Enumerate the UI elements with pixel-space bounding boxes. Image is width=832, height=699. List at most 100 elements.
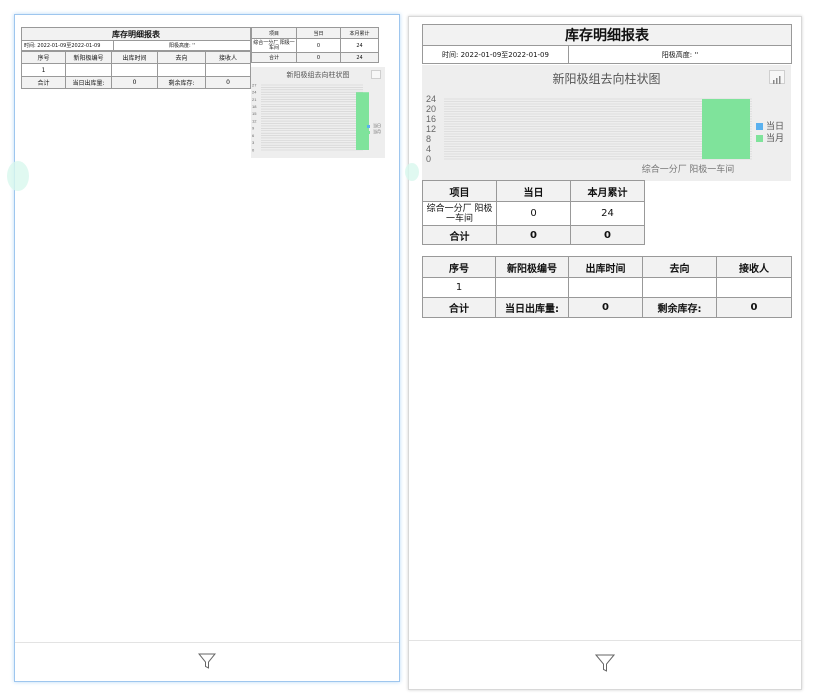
time-label: 时间: 2022-01-09至2022-01-09 xyxy=(21,40,114,51)
col-header-anode-id: 新阳极编号 xyxy=(495,256,569,278)
anode-height-label: 阳极高度: '' xyxy=(113,40,251,51)
summary-cell-today: 0 xyxy=(296,38,341,53)
detail-table: 序号 新阳极编号 出库时间 去向 接收人 1 合计 当日出库量: 0 剩余库存:… xyxy=(422,256,792,318)
legend-swatch xyxy=(756,123,763,130)
cell-out-time xyxy=(111,63,158,77)
col-header-receiver: 接收人 xyxy=(716,256,792,278)
cell-anode-id xyxy=(65,63,112,77)
y-tick-label: 9 xyxy=(252,126,255,131)
cell-index: 1 xyxy=(21,63,66,77)
table-row[interactable]: 1 xyxy=(422,277,792,298)
summary-header-month: 本月累计 xyxy=(340,27,379,39)
bar-chart: 新阳极组去向柱状图 0 4 8 12 16 20 24 综合一分厂 阳极一车间 当日 当月 xyxy=(422,65,791,181)
legend-label: 当日 xyxy=(373,122,381,128)
col-header-out-time: 出库时间 xyxy=(568,256,643,278)
today-out-label: 当日出库量: xyxy=(495,297,569,318)
y-tick-label: 0 xyxy=(252,147,255,152)
y-tick-label: 18 xyxy=(252,104,257,109)
chart-canvas: 0 3 6 9 12 15 18 21 24 27 当日当月 xyxy=(252,82,381,152)
summary-total-month: 0 xyxy=(570,225,645,245)
y-tick-label: 6 xyxy=(252,133,255,138)
side-handle[interactable] xyxy=(405,163,419,181)
filter-icon[interactable] xyxy=(594,653,616,677)
cell-anode-id xyxy=(495,277,569,298)
y-tick-label: 24 xyxy=(252,90,257,95)
today-out-label: 当日出库量: xyxy=(65,76,112,89)
filter-icon[interactable] xyxy=(197,652,217,674)
y-tick-label: 3 xyxy=(252,140,255,145)
table-row[interactable]: 综合一分厂 阳极一车间 0 24 xyxy=(251,38,379,53)
y-tick-label: 20 xyxy=(426,104,436,114)
today-out-value: 0 xyxy=(111,76,158,89)
col-header-index: 序号 xyxy=(422,256,496,278)
remaining-label: 剩余库存: xyxy=(642,297,717,318)
report-header-table: 库存明细报表 时间: 2022-01-09至2022-01-09 阳极高度: '' xyxy=(21,27,251,51)
summary-total-today: 0 xyxy=(496,225,571,245)
cell-index: 1 xyxy=(422,277,496,298)
bar-month xyxy=(702,99,750,159)
summary-header-item: 项目 xyxy=(251,27,297,39)
summary-header-today: 当日 xyxy=(496,180,571,202)
summary-total-month: 24 xyxy=(340,52,379,63)
legend-swatch xyxy=(367,125,370,128)
x-tick-label: 综合一分厂 阳极一车间 xyxy=(642,163,735,174)
legend-label: 当月 xyxy=(373,128,381,134)
remaining-value: 0 xyxy=(205,76,251,89)
bottom-bar xyxy=(15,642,399,681)
detail-table: 序号 新阳极编号 出库时间 去向 接收人 1 合计 当日出库量: 0 剩余库存:… xyxy=(21,51,251,89)
bar-chart-small: 新阳极组去向柱状图 0 3 6 9 12 15 18 21 24 27 当日 当月 xyxy=(251,67,385,158)
cell-out-time xyxy=(568,277,643,298)
anode-height-label: 阳极高度: '' xyxy=(568,45,792,64)
report-panel-small: 库存明细报表 时间: 2022-01-09至2022-01-09 阳极高度: ''… xyxy=(7,14,400,682)
legend-swatch xyxy=(367,131,370,134)
bar-month xyxy=(356,92,369,150)
summary-total-label: 合计 xyxy=(422,225,497,245)
legend-label: 当月 xyxy=(766,132,784,143)
chart-canvas: 04812162024 综合一分厂 阳极一车间 当日当月 xyxy=(426,94,784,174)
remaining-value: 0 xyxy=(716,297,792,318)
y-tick-label: 0 xyxy=(426,154,431,164)
y-tick-label: 16 xyxy=(426,114,436,124)
summary-total-today: 0 xyxy=(296,52,341,63)
y-tick-label: 15 xyxy=(252,111,257,116)
y-tick-label: 12 xyxy=(252,118,257,123)
report-title: 库存明细报表 xyxy=(21,27,251,41)
y-tick-label: 8 xyxy=(426,134,431,144)
col-header-receiver: 接收人 xyxy=(205,51,251,64)
summary-cell-month: 24 xyxy=(570,201,645,226)
report-panel-large: 库存明细报表 时间: 2022-01-09至2022-01-09 阳极高度: ''… xyxy=(405,16,802,690)
summary-table: 项目 当日 本月累计 综合一分厂 阳极一车间 0 24 合计 0 0 xyxy=(422,180,645,245)
y-tick-label: 4 xyxy=(426,144,431,154)
summary-table: 项目 当日 本月累计 综合一分厂 阳极一车间 0 24 合计 0 24 xyxy=(251,27,379,63)
cell-destination xyxy=(642,277,717,298)
cell-receiver xyxy=(716,277,792,298)
y-tick-label: 21 xyxy=(252,97,257,102)
side-handle[interactable] xyxy=(7,161,29,191)
remaining-label: 剩余库存: xyxy=(157,76,206,89)
summary-cell-today: 0 xyxy=(496,201,571,226)
total-label: 合计 xyxy=(21,76,66,89)
y-tick-label: 27 xyxy=(252,82,257,87)
summary-cell-item: 综合一分厂 阳极一车间 xyxy=(422,201,497,226)
report-header-table: 库存明细报表 时间: 2022-01-09至2022-01-09 阳极高度: '' xyxy=(422,24,792,64)
summary-header-item: 项目 xyxy=(422,180,497,202)
summary-header-today: 当日 xyxy=(296,27,341,39)
report-title: 库存明细报表 xyxy=(422,24,792,46)
y-tick-label: 12 xyxy=(426,124,436,134)
summary-cell-month: 24 xyxy=(340,38,379,53)
summary-header-month: 本月累计 xyxy=(570,180,645,202)
col-header-anode-id: 新阳极编号 xyxy=(65,51,112,64)
legend-label: 当日 xyxy=(766,120,784,131)
col-header-out-time: 出库时间 xyxy=(111,51,158,64)
cell-receiver xyxy=(205,63,251,77)
total-label: 合计 xyxy=(422,297,496,318)
bottom-bar xyxy=(409,640,801,689)
y-tick-label: 24 xyxy=(426,94,436,104)
summary-cell-item: 综合一分厂 阳极一车间 xyxy=(251,38,297,53)
cell-destination xyxy=(157,63,206,77)
table-row[interactable]: 1 xyxy=(21,63,251,77)
legend-swatch xyxy=(756,135,763,142)
col-header-destination: 去向 xyxy=(642,256,717,278)
table-row[interactable]: 综合一分厂 阳极一车间 0 24 xyxy=(422,201,645,226)
time-label: 时间: 2022-01-09至2022-01-09 xyxy=(422,45,569,64)
